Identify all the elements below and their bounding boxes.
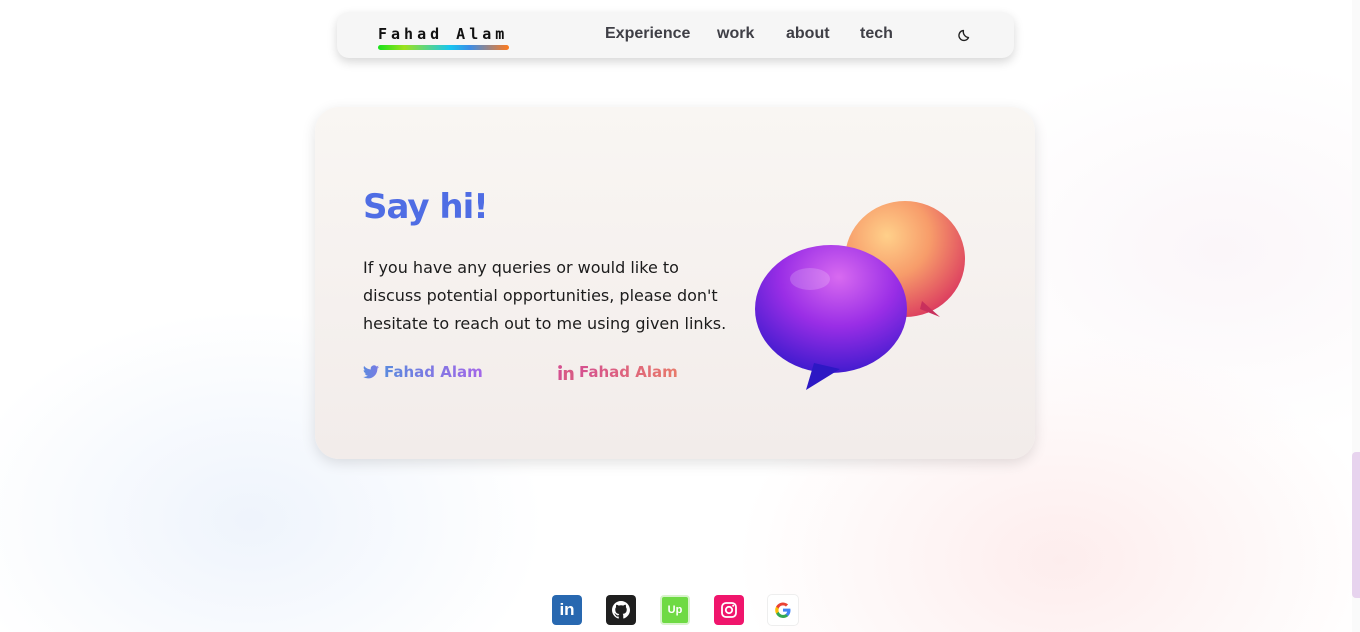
contact-description: If you have any queries or would like to… [363,258,727,333]
footer-instagram-button[interactable] [714,595,744,625]
nav-link-about[interactable]: about [786,25,830,43]
moon-icon [958,29,970,42]
nav-link-experience[interactable]: Experience [605,25,690,43]
google-icon [775,602,791,618]
linkedin-link[interactable]: Fahad Alam [558,363,678,381]
contact-title: Say hi! [363,187,489,227]
linkedin-icon: in [559,600,575,619]
twitter-link[interactable]: Fahad Alam [363,363,483,381]
twitter-link-label: Fahad Alam [384,363,483,381]
linkedin-link-label: Fahad Alam [579,363,678,381]
contact-card: Say hi! If you have any queries or would… [315,107,1035,459]
instagram-icon [721,602,737,618]
brand-logo[interactable]: Fahad Alam [378,25,508,43]
scrollbar-thumb[interactable] [1352,452,1360,598]
footer-linkedin-button[interactable]: in [552,595,582,625]
footer-github-button[interactable] [606,595,636,625]
brand-underline [378,45,509,50]
linkedin-icon [558,364,574,380]
theme-toggle-button[interactable] [955,25,975,45]
nav-link-work[interactable]: work [717,25,754,43]
chat-bubbles-illustration [755,201,965,390]
github-icon [612,601,630,619]
twitter-icon [363,365,379,379]
footer-social-icons: in Up [552,595,798,625]
footer-upwork-button[interactable]: Up [660,595,690,625]
footer-google-button[interactable] [768,595,798,625]
upwork-icon: Up [667,604,683,616]
navbar: Fahad Alam Experience work about tech [337,12,1014,58]
nav-link-tech[interactable]: tech [860,25,893,43]
